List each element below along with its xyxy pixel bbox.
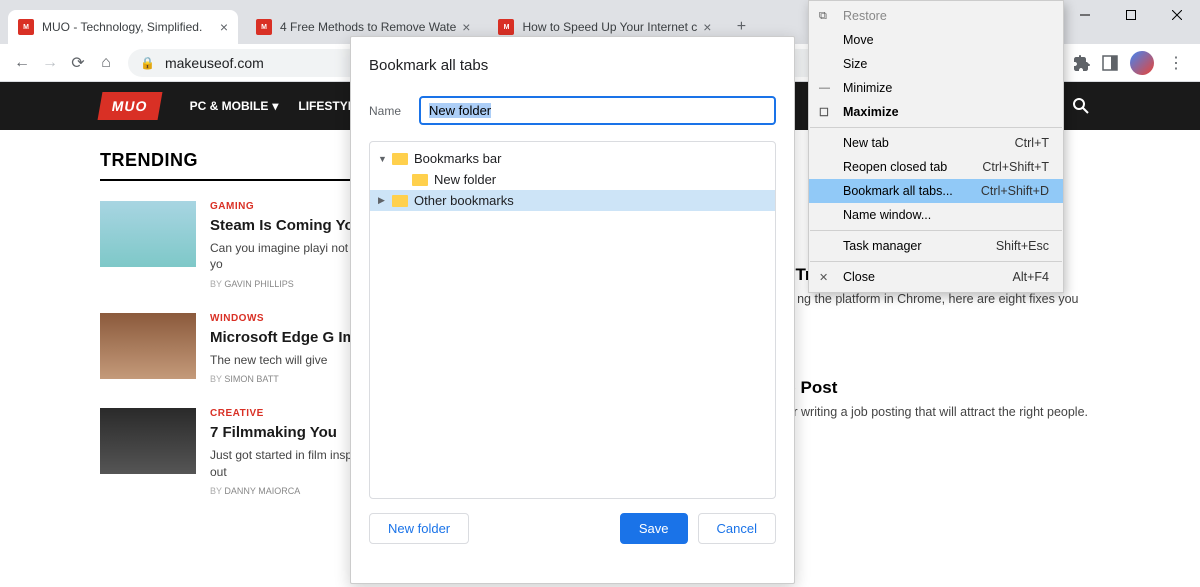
kebab-menu-icon[interactable]: ⋮: [1160, 53, 1192, 73]
home-button[interactable]: ⌂: [92, 49, 120, 77]
favicon-icon: M: [256, 19, 272, 35]
minimize-icon: —: [819, 82, 830, 94]
tree-label: Other bookmarks: [414, 193, 514, 208]
folder-icon: [412, 174, 428, 186]
menu-name-window[interactable]: Name window...: [809, 203, 1063, 227]
window-controls: [1062, 0, 1200, 30]
close-icon[interactable]: ×: [703, 19, 711, 35]
restore-icon: ⧉: [819, 10, 827, 23]
menu-reopen-closed-tab[interactable]: Reopen closed tabCtrl+Shift+T: [809, 155, 1063, 179]
tree-label: Bookmarks bar: [414, 151, 501, 166]
menu-close[interactable]: ✕CloseAlt+F4: [809, 265, 1063, 289]
tab-title: 4 Free Methods to Remove Wate: [280, 20, 456, 34]
site-logo[interactable]: MUO: [98, 92, 163, 120]
tab-title: How to Speed Up Your Internet c: [522, 20, 697, 34]
menu-separator: [810, 261, 1062, 262]
url-text: makeuseof.com: [165, 55, 264, 71]
folder-icon: [392, 195, 408, 207]
extensions-icon[interactable]: [1068, 49, 1096, 77]
menu-maximize[interactable]: ☐Maximize: [809, 100, 1063, 124]
close-icon[interactable]: ×: [462, 19, 470, 35]
menu-minimize[interactable]: —Minimize: [809, 76, 1063, 100]
chevron-down-icon: ▾: [272, 99, 278, 113]
lock-icon: 🔒: [140, 56, 155, 70]
system-context-menu: ⧉Restore Move Size —Minimize ☐Maximize N…: [808, 0, 1064, 293]
tab-title: MUO - Technology, Simplified.: [42, 20, 214, 34]
new-folder-button[interactable]: New folder: [369, 513, 469, 544]
menu-bookmark-all-tabs[interactable]: Bookmark all tabs...Ctrl+Shift+D: [809, 179, 1063, 203]
tree-node-other-bookmarks[interactable]: ▶ Other bookmarks: [370, 190, 775, 211]
profile-avatar[interactable]: [1130, 51, 1154, 75]
search-icon[interactable]: [1072, 97, 1090, 115]
close-icon: ✕: [819, 271, 828, 284]
tab-active[interactable]: M MUO - Technology, Simplified. ×: [8, 10, 238, 44]
reload-button[interactable]: ⟳: [64, 49, 92, 77]
folder-icon: [392, 153, 408, 165]
back-button[interactable]: ←: [8, 49, 36, 77]
tree-label: New folder: [434, 172, 496, 187]
tree-node-bookmarks-bar[interactable]: ▼ Bookmarks bar: [370, 148, 775, 169]
article-thumbnail: [100, 313, 196, 379]
dialog-title: Bookmark all tabs: [369, 57, 776, 74]
folder-tree[interactable]: ▼ Bookmarks bar New folder ▶ Other bookm…: [369, 141, 776, 499]
collapse-icon[interactable]: ▼: [378, 154, 392, 164]
menu-size[interactable]: Size: [809, 52, 1063, 76]
side-panel-icon[interactable]: [1096, 49, 1124, 77]
expand-icon[interactable]: ▶: [378, 195, 392, 206]
favicon-icon: M: [498, 19, 514, 35]
bookmark-all-tabs-dialog: Bookmark all tabs Name New folder ▼ Book…: [350, 36, 795, 584]
nav-pc-mobile[interactable]: PC & MOBILE ▾: [190, 99, 279, 113]
menu-separator: [810, 127, 1062, 128]
save-button[interactable]: Save: [620, 513, 688, 544]
menu-new-tab[interactable]: New tabCtrl+T: [809, 131, 1063, 155]
forward-button[interactable]: →: [36, 49, 64, 77]
menu-restore: ⧉Restore: [809, 4, 1063, 28]
maximize-button[interactable]: [1108, 0, 1154, 30]
menu-separator: [810, 230, 1062, 231]
cancel-button[interactable]: Cancel: [698, 513, 776, 544]
menu-task-manager[interactable]: Task managerShift+Esc: [809, 234, 1063, 258]
minimize-button[interactable]: [1062, 0, 1108, 30]
maximize-icon: ☐: [819, 106, 829, 119]
article-thumbnail: [100, 408, 196, 474]
folder-name-input[interactable]: New folder: [419, 96, 776, 125]
name-label: Name: [369, 104, 419, 118]
menu-move[interactable]: Move: [809, 28, 1063, 52]
favicon-icon: M: [18, 19, 34, 35]
tree-node-new-folder[interactable]: New folder: [370, 169, 775, 190]
article-thumbnail: [100, 201, 196, 267]
close-icon[interactable]: ×: [220, 19, 228, 35]
close-window-button[interactable]: [1154, 0, 1200, 30]
